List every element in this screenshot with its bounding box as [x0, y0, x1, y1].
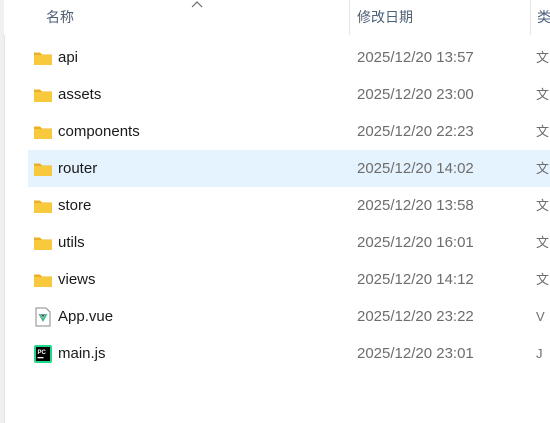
vue-file-icon: [33, 307, 53, 327]
file-name: store: [58, 197, 92, 214]
file-type: 文: [536, 272, 550, 287]
file-name: components: [58, 123, 140, 140]
file-row[interactable]: store 2025/12/20 13:58 文: [28, 187, 550, 224]
file-date-modified: 2025/12/20 22:23: [357, 123, 474, 140]
folder-icon: [33, 85, 53, 105]
file-type: J: [536, 346, 543, 361]
folder-icon: [33, 159, 53, 179]
file-row[interactable]: PC main.js 2025/12/20 23:01 J: [28, 335, 550, 372]
file-row[interactable]: App.vue 2025/12/20 23:22 V: [28, 298, 550, 335]
column-divider[interactable]: [349, 0, 350, 35]
file-type: 文: [536, 235, 550, 250]
folder-icon: [33, 196, 53, 216]
file-type: 文: [536, 124, 550, 139]
file-date-modified: 2025/12/20 14:12: [357, 271, 474, 288]
pycharm-file-icon: PC: [33, 344, 53, 364]
folder-icon: [33, 233, 53, 253]
file-date-modified: 2025/12/20 23:22: [357, 308, 474, 325]
column-header-type[interactable]: 类: [537, 0, 550, 35]
folder-icon: [33, 122, 53, 142]
file-date-modified: 2025/12/20 23:00: [357, 86, 474, 103]
file-name: utils: [58, 234, 85, 251]
column-header-bar: 名称 修改日期 类: [4, 0, 550, 35]
column-header-date-modified[interactable]: 修改日期: [357, 0, 527, 35]
file-date-modified: 2025/12/20 14:02: [357, 160, 474, 177]
file-row[interactable]: components 2025/12/20 22:23 文: [28, 113, 550, 150]
file-date-modified: 2025/12/20 16:01: [357, 234, 474, 251]
column-header-name[interactable]: 名称: [46, 0, 346, 35]
file-row[interactable]: router 2025/12/20 14:02 文: [28, 150, 550, 187]
column-divider[interactable]: [530, 0, 531, 35]
file-type: 文: [536, 87, 550, 102]
file-date-modified: 2025/12/20 13:58: [357, 197, 474, 214]
file-list: api 2025/12/20 13:57 文 assets 2025/12/20 23:…: [28, 39, 550, 372]
file-row[interactable]: views 2025/12/20 14:12 文: [28, 261, 550, 298]
folder-icon: [33, 48, 53, 68]
file-row[interactable]: assets 2025/12/20 23:00 文: [28, 76, 550, 113]
file-date-modified: 2025/12/20 23:01: [357, 345, 474, 362]
file-name: main.js: [58, 345, 106, 362]
file-name: api: [58, 49, 79, 66]
file-type: 文: [536, 198, 550, 213]
file-type: 文: [536, 50, 550, 65]
file-row[interactable]: api 2025/12/20 13:57 文: [28, 39, 550, 76]
file-row[interactable]: utils 2025/12/20 16:01 文: [28, 224, 550, 261]
file-type: V: [536, 309, 545, 324]
navigation-pane-edge: [0, 0, 5, 423]
file-type: 文: [536, 161, 550, 176]
file-name: App.vue: [58, 308, 114, 325]
file-date-modified: 2025/12/20 13:57: [357, 49, 474, 66]
folder-icon: [33, 270, 53, 290]
file-name: assets: [58, 86, 102, 103]
svg-text:PC: PC: [38, 350, 47, 356]
file-name: router: [58, 160, 98, 177]
file-name: views: [58, 271, 96, 288]
